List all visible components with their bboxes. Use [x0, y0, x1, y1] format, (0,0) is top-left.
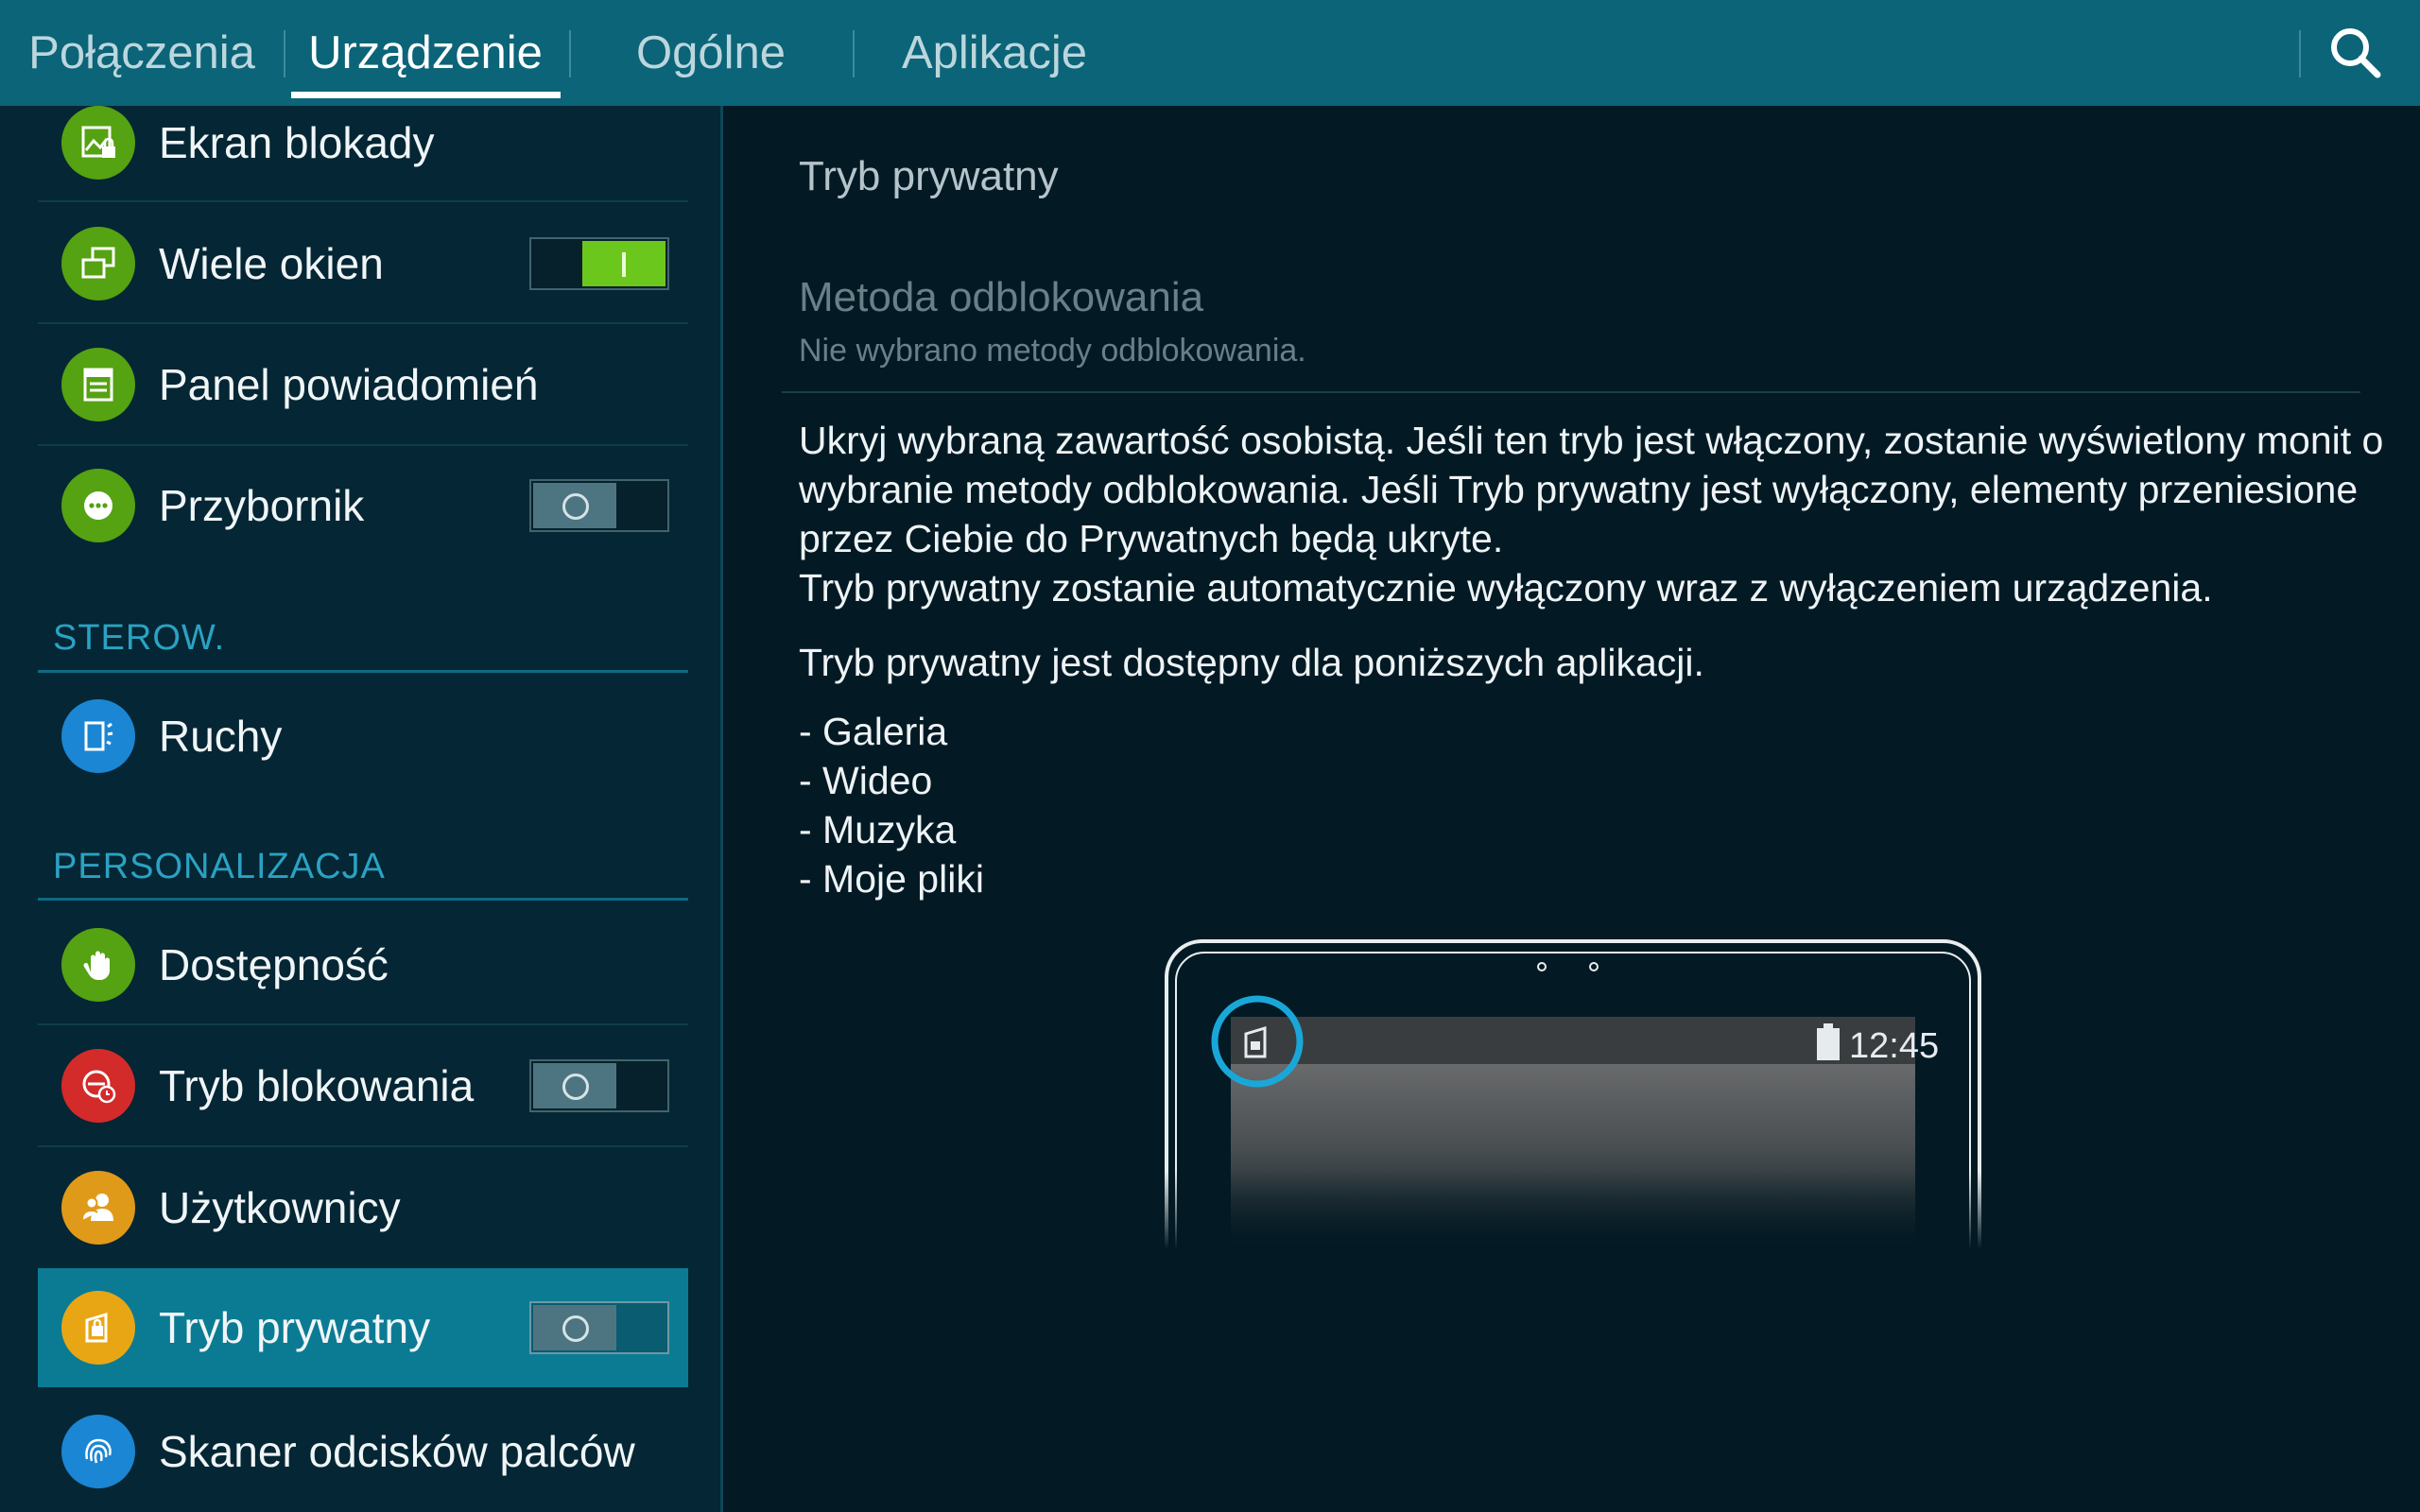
toggle-knob-off	[533, 483, 616, 528]
sidebar-item-accessibility[interactable]: Dostępność	[38, 905, 688, 1024]
page-title: Tryb prywatny	[799, 153, 1059, 199]
sidebar-item-notification-panel[interactable]: Panel powiadomień	[38, 325, 688, 444]
section-header-personalization: PERSONALIZACJA	[53, 847, 386, 886]
private-mode-icon	[61, 1291, 135, 1365]
section-divider	[38, 898, 688, 901]
search-button[interactable]	[2325, 23, 2386, 83]
sidebar-item-label: Wiele okien	[159, 239, 384, 288]
sidebar-item-label: Użytkownicy	[159, 1183, 401, 1232]
sidebar-item-blocking-mode[interactable]: Tryb blokowania	[38, 1026, 688, 1145]
sidebar-item-label: Przybornik	[159, 481, 365, 530]
fingerprint-icon	[61, 1415, 135, 1488]
unlock-method-setting: Metoda odblokowania	[799, 274, 1204, 320]
available-apps-label: Tryb prywatny jest dostępny dla poniższy…	[799, 641, 1704, 684]
row-divider	[38, 322, 688, 324]
illustration-clock: 12:45	[1849, 1026, 1939, 1066]
sidebar-item-lock-screen[interactable]: Ekran blokady	[38, 83, 688, 202]
row-divider	[38, 200, 688, 202]
search-icon	[2331, 28, 2381, 78]
section-header-controls: STEROW.	[53, 618, 226, 658]
sidebar-item-label: Ruchy	[159, 712, 283, 761]
detail-divider	[782, 391, 2360, 393]
notification-panel-icon	[61, 348, 135, 421]
sidebar-item-fingerprint-scanner[interactable]: Skaner odcisków palców	[38, 1392, 688, 1511]
tab-applications[interactable]: Aplikacje	[853, 0, 1136, 106]
toggle-knob-off	[533, 1063, 616, 1108]
unlock-method-summary: Nie wybrano metody odblokowania.	[799, 333, 1306, 369]
available-apps-list: - Galeria - Wideo - Muzyka - Moje pliki	[799, 707, 984, 903]
description: Ukryj wybraną zawartość osobistą. Jeśli …	[799, 416, 2406, 612]
app-list-item: - Wideo	[799, 759, 933, 802]
sidebar-item-private-mode[interactable]: Tryb prywatny	[38, 1268, 688, 1387]
sidebar-item-motions[interactable]: Ruchy	[38, 677, 688, 796]
battery-icon	[1817, 1028, 1840, 1060]
sidebar-item-users[interactable]: Użytkownicy	[38, 1148, 688, 1267]
description-paragraph: Tryb prywatny zostanie automatycznie wył…	[799, 566, 2213, 610]
toggle-knob-on	[582, 241, 666, 286]
sidebar-item-label: Ekran blokady	[159, 118, 435, 167]
row-divider	[38, 1145, 688, 1147]
app-list-item: - Galeria	[799, 710, 948, 753]
toolbox-toggle[interactable]	[529, 479, 669, 532]
app-list-item: - Muzyka	[799, 808, 957, 851]
row-divider	[38, 1023, 688, 1025]
detail-panel: Tryb prywatny Metoda odblokowania Nie wy…	[723, 106, 2420, 1512]
sidebar-item-label: Skaner odcisków palców	[159, 1427, 635, 1476]
accessibility-hand-icon	[61, 928, 135, 1002]
lock-screen-icon	[61, 106, 135, 180]
blocking-mode-icon	[61, 1049, 135, 1123]
multi-window-icon	[61, 227, 135, 301]
tab-separator	[2299, 30, 2301, 77]
sidebar-item-label: Tryb prywatny	[159, 1303, 431, 1352]
motions-icon	[61, 699, 135, 773]
sidebar-item-toolbox[interactable]: Przybornik	[38, 446, 688, 565]
description-paragraph: Ukryj wybraną zawartość osobistą. Jeśli …	[799, 419, 2384, 560]
sidebar-item-label: Dostępność	[159, 940, 389, 989]
toggle-knob-off	[533, 1305, 616, 1350]
private-mode-toggle[interactable]	[529, 1301, 669, 1354]
users-icon	[61, 1171, 135, 1245]
section-divider	[38, 670, 688, 673]
app-list-item: - Moje pliki	[799, 857, 984, 901]
multi-window-toggle[interactable]	[529, 237, 669, 290]
sidebar-item-label: Tryb blokowania	[159, 1061, 475, 1110]
sidebar-item-label: Panel powiadomień	[159, 360, 539, 409]
tablet-illustration: 12:45	[1165, 939, 1981, 1249]
sidebar-item-multi-window[interactable]: Wiele okien	[38, 204, 688, 323]
toolbox-icon	[61, 469, 135, 542]
blocking-mode-toggle[interactable]	[529, 1059, 669, 1112]
